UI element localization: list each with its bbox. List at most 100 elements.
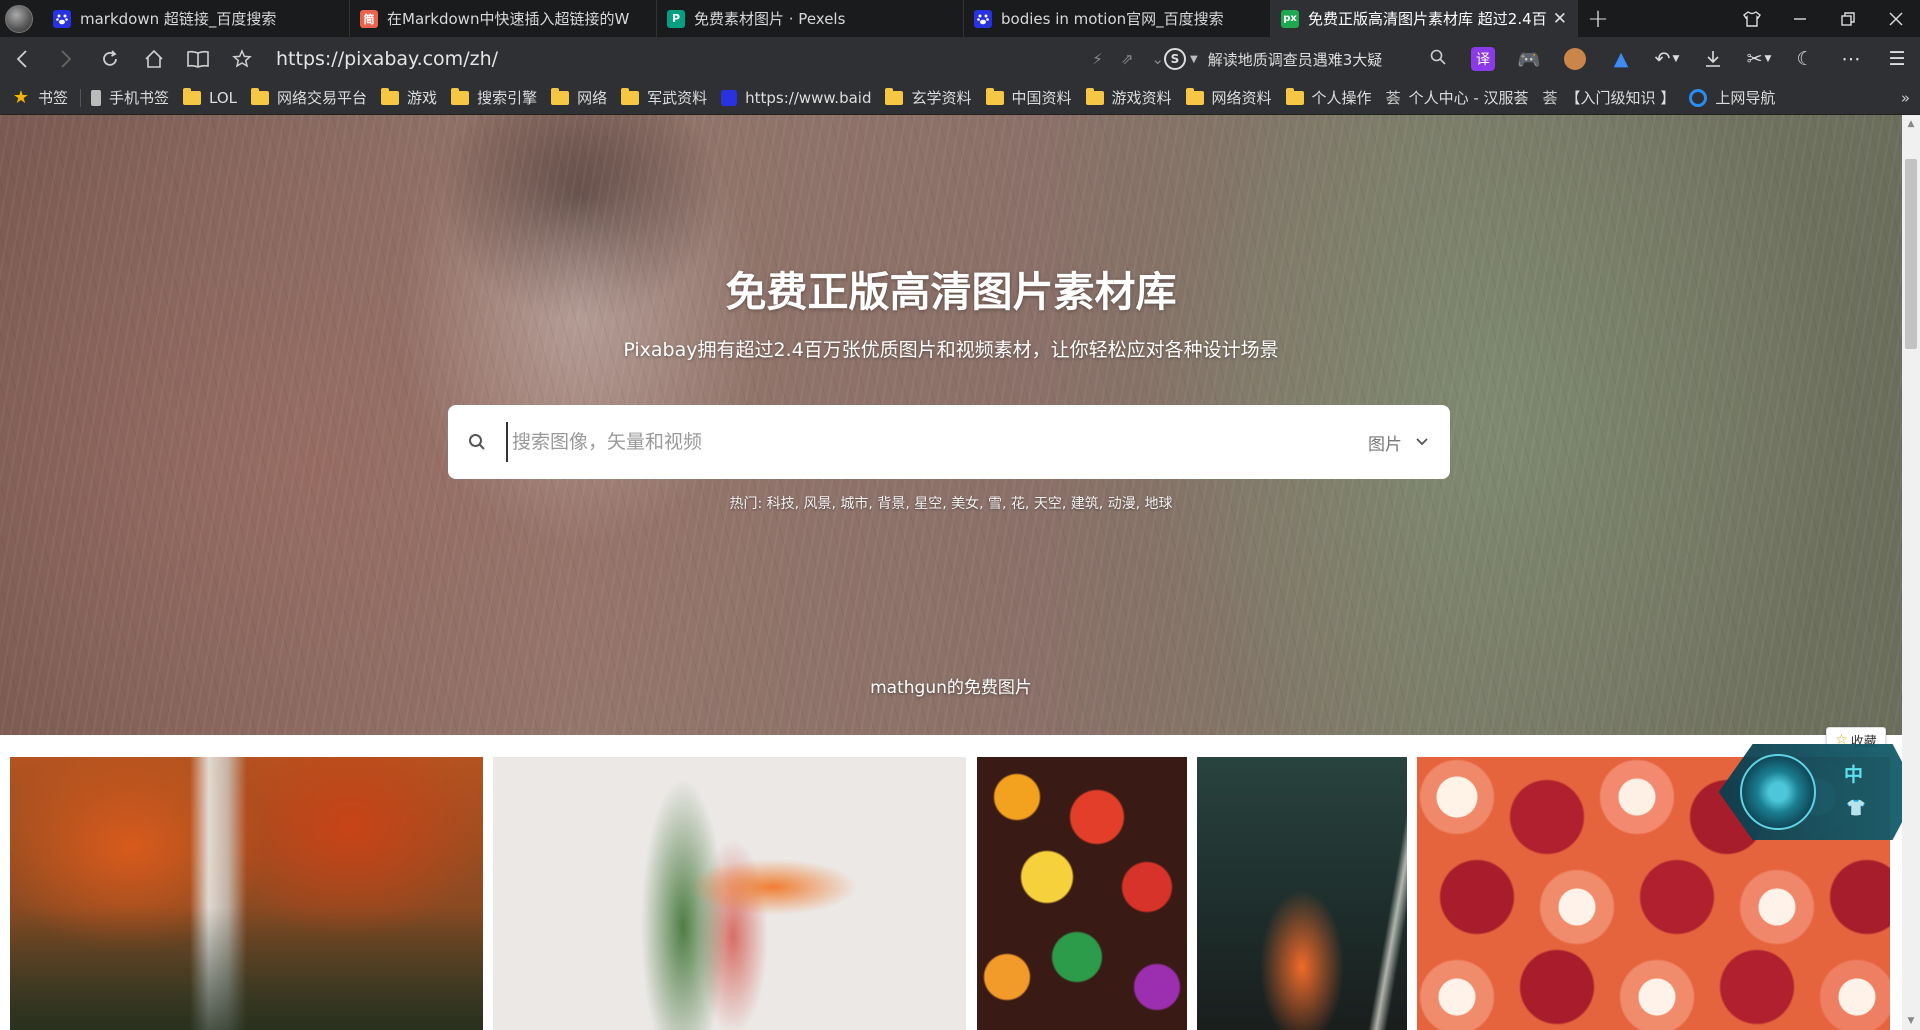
scroll-thumb[interactable] xyxy=(1905,159,1917,349)
search-input[interactable] xyxy=(506,422,1348,462)
engine-caret-icon[interactable]: ▼ xyxy=(1190,54,1198,65)
more-icon[interactable]: ⋯ xyxy=(1828,37,1874,81)
bookmark-folder[interactable]: 中国资料 xyxy=(985,87,1072,108)
search-engine-icon[interactable]: S xyxy=(1164,48,1186,70)
back-icon[interactable] xyxy=(0,37,44,81)
bookmark-folder[interactable]: 游戏 xyxy=(381,87,437,108)
folder-icon xyxy=(1085,87,1104,105)
bookmark-folder[interactable]: 个人操作 xyxy=(1285,87,1372,108)
bookmarks-overflow-icon[interactable]: » xyxy=(1901,89,1920,107)
bookmark-folder[interactable]: 网络资料 xyxy=(1185,87,1272,108)
bookmark-item[interactable]: 上网导航 xyxy=(1689,87,1775,108)
forward-icon[interactable] xyxy=(44,37,88,81)
search-engine-box[interactable]: S ▼ 解读地质调查员遇难3大疑 xyxy=(1164,48,1446,70)
bookmark-label: 中国资料 xyxy=(1011,89,1072,107)
ime-mode-indicator[interactable]: 中 xyxy=(1844,760,1863,787)
tab-label: 免费素材图片 · Pexels xyxy=(694,10,846,28)
gallery-photo-waterfall[interactable] xyxy=(10,757,483,1030)
share-icon[interactable]: ⇗ xyxy=(1121,50,1134,68)
ime-orb-icon xyxy=(1740,754,1816,830)
reload-icon[interactable] xyxy=(88,37,132,81)
bookmark-label: 网络交易平台 xyxy=(277,89,368,107)
bookmark-item[interactable]: 荟个人中心 - 汉服荟 xyxy=(1386,87,1529,108)
media-type-select[interactable]: 图片 xyxy=(1348,430,1450,455)
lightning-icon[interactable]: ⚡ xyxy=(1092,50,1103,68)
bookmark-item[interactable]: 手机书签 xyxy=(91,87,169,108)
star-icon: ★ xyxy=(12,86,30,108)
media-type-label: 图片 xyxy=(1368,434,1402,455)
folder-icon xyxy=(985,87,1004,105)
undo-icon[interactable]: ↶ ▼ xyxy=(1644,37,1690,81)
chevron-down-icon[interactable]: ⌄ xyxy=(1151,50,1164,68)
chevron-down-icon xyxy=(1416,434,1428,450)
bookmark-folder[interactable]: 网络 xyxy=(551,87,607,108)
gallery-photo-flower[interactable] xyxy=(493,757,966,1030)
baidu-paw-icon xyxy=(974,9,992,28)
bookmark-label: 个人操作 xyxy=(1311,89,1372,107)
rocket-icon[interactable]: ▲ xyxy=(1598,37,1644,81)
close-icon[interactable] xyxy=(1872,0,1920,37)
tab-label: 在Markdown中快速插入超链接的W xyxy=(387,10,630,28)
bookmark-label: https://www.baid xyxy=(745,88,872,107)
bookmark-star-icon[interactable] xyxy=(220,37,264,81)
bookmark-folder[interactable]: 游戏资料 xyxy=(1085,87,1172,108)
menu-icon[interactable]: ☰ xyxy=(1874,37,1920,81)
monkey-icon[interactable] xyxy=(1552,37,1598,81)
bookmark-folder[interactable]: 搜索引擎 xyxy=(451,87,537,108)
tab-label: bodies in motion官网_百度搜索 xyxy=(1001,10,1224,28)
divider xyxy=(80,88,82,107)
bookmark-item[interactable]: https://www.baid xyxy=(721,89,871,107)
pixabay-icon: px xyxy=(1281,9,1299,28)
skin-icon[interactable]: 👕 xyxy=(1846,798,1866,817)
tab-pixabay[interactable]: px 免费正版高清图片素材库 超过2.4百 ✕ xyxy=(1271,0,1578,37)
bookmark-folder[interactable]: 军武资料 xyxy=(621,87,707,108)
minimize-icon[interactable] xyxy=(1776,0,1824,37)
page-scrollbar[interactable]: ▲ ▼ xyxy=(1902,115,1920,1030)
bookmark-folder[interactable]: 网络交易平台 xyxy=(251,87,367,108)
bookmark-label: 网络 xyxy=(577,89,608,107)
bookmark-folder[interactable]: 玄学资料 xyxy=(885,87,972,108)
tab-markdown-search[interactable]: markdown 超链接_百度搜索 xyxy=(43,0,350,37)
photo-credit[interactable]: mathgun的免费图片 xyxy=(0,673,1902,698)
page-subtitle: Pixabay拥有超过2.4百万张优质图片和视频素材，让你轻松应对各种设计场景 xyxy=(623,339,1279,361)
reader-mode-icon[interactable] xyxy=(176,37,220,81)
url-text[interactable]: https://pixabay.com/zh/ xyxy=(276,48,1074,70)
new-tab-button[interactable]: + xyxy=(1578,0,1618,37)
scissors-icon[interactable]: ✂ ▼ xyxy=(1736,37,1782,81)
tab-pexels[interactable]: P 免费素材图片 · Pexels xyxy=(657,0,964,37)
trending-terms[interactable]: 科技, 风景, 城市, 背景, 星空, 美女, 雪, 花, 天空, 建筑, 动漫… xyxy=(767,496,1173,512)
tab-strip: markdown 超链接_百度搜索 简 在Markdown中快速插入超链接的W … xyxy=(0,0,1920,37)
close-tab-icon[interactable]: ✕ xyxy=(1553,9,1567,29)
gallery-photo-lanterns[interactable] xyxy=(977,757,1187,1030)
scroll-up-icon[interactable]: ▲ xyxy=(1902,115,1920,133)
gallery-photo-subway-girl[interactable] xyxy=(1197,757,1407,1030)
tab-bodies-in-motion[interactable]: bodies in motion官网_百度搜索 xyxy=(964,0,1271,37)
folder-icon xyxy=(885,87,904,105)
folder-icon xyxy=(381,87,400,105)
restore-icon[interactable] xyxy=(1824,0,1872,37)
game-icon[interactable]: 🎮 xyxy=(1506,37,1552,81)
address-bar[interactable]: https://pixabay.com/zh/ ⚡ ⇗ ⌄ xyxy=(264,37,1164,81)
night-mode-icon[interactable]: ☾ xyxy=(1782,37,1828,81)
search-icon[interactable] xyxy=(1430,49,1446,69)
bookmark-folder[interactable]: LOL xyxy=(183,87,237,107)
folder-icon xyxy=(451,87,470,105)
user-avatar[interactable] xyxy=(5,5,33,33)
bookmark-item[interactable]: 荟【入门级知识 】 xyxy=(1543,87,1676,108)
extension-toolbar: 译 🎮 ▲ ↶ ▼ ✂ ▼ ☾ ⋯ ☰ xyxy=(1460,37,1920,81)
bookmark-label: 上网导航 xyxy=(1715,89,1776,107)
window-controls xyxy=(1728,0,1920,37)
search-suggestion[interactable]: 解读地质调查员遇难3大疑 xyxy=(1208,49,1424,70)
search-icon[interactable] xyxy=(448,433,506,451)
bookmark-item[interactable]: ★ 书签 xyxy=(12,87,68,108)
home-icon[interactable] xyxy=(132,37,176,81)
translate-button[interactable]: 译 xyxy=(1460,37,1506,81)
hanfu-icon: 荟 xyxy=(1385,89,1401,107)
skin-icon[interactable] xyxy=(1728,0,1776,37)
scroll-down-icon[interactable]: ▼ xyxy=(1902,1012,1920,1030)
download-icon[interactable] xyxy=(1690,37,1736,81)
page-title: 免费正版高清图片素材库 xyxy=(725,268,1177,316)
folder-icon xyxy=(251,87,270,105)
tab-jianshu[interactable]: 简 在Markdown中快速插入超链接的W xyxy=(350,0,657,37)
ime-widget[interactable]: 中 👕 xyxy=(1706,744,1918,840)
